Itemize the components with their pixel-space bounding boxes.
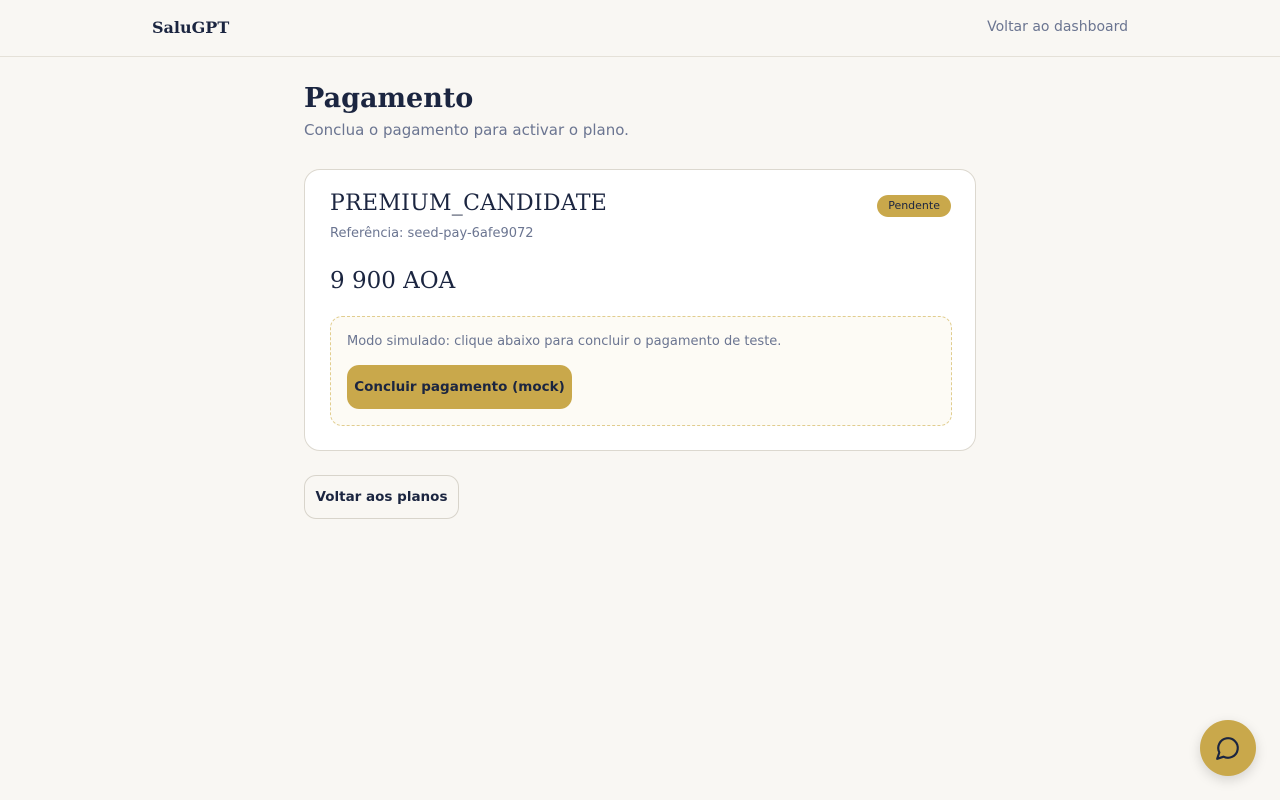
chat-button[interactable] (1200, 720, 1256, 776)
back-to-plans-button[interactable]: Voltar aos planos (304, 475, 459, 519)
complete-payment-button[interactable]: Concluir pagamento (mock) (347, 365, 572, 409)
mock-mode-text: Modo simulado: clique abaixo para conclu… (347, 334, 782, 349)
back-to-dashboard-link[interactable]: Voltar ao dashboard (987, 19, 1128, 35)
plan-name: PREMIUM_CANDIDATE (330, 191, 608, 216)
page-title: Pagamento (304, 83, 474, 114)
top-bar: SaluGPT Voltar ao dashboard (0, 0, 1280, 57)
page-subtitle: Conclua o pagamento para activar o plano… (304, 121, 629, 139)
chat-bubble-icon (1215, 735, 1241, 761)
payment-reference: Referência: seed-pay-6afe9072 (330, 226, 534, 241)
status-badge: Pendente (877, 195, 951, 217)
mock-payment-box: Modo simulado: clique abaixo para conclu… (330, 316, 952, 426)
main-content: Pagamento Conclua o pagamento para activ… (304, 82, 976, 519)
payment-card: PREMIUM_CANDIDATE Pendente Referência: s… (304, 169, 976, 451)
payment-amount: 9 900 AOA (330, 268, 456, 294)
brand-logo[interactable]: SaluGPT (152, 18, 229, 37)
